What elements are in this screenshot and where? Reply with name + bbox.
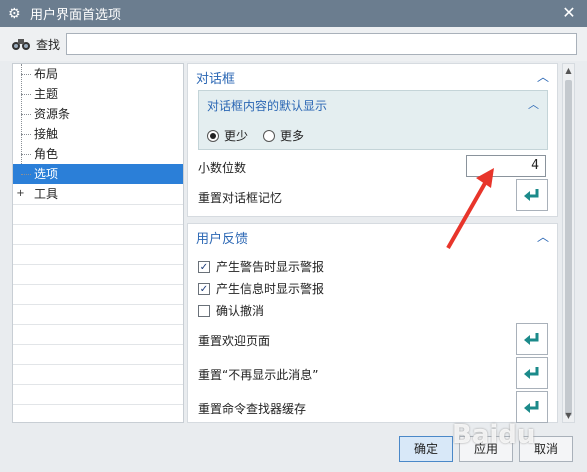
tree-item-theme[interactable]: 主题 xyxy=(13,84,183,104)
reset-dont-show-button[interactable] xyxy=(516,357,548,389)
tree-item-options[interactable]: 选项 xyxy=(13,164,183,184)
binoculars-icon xyxy=(12,39,30,50)
expand-icon[interactable]: + xyxy=(16,189,25,199)
scroll-up-icon[interactable]: ▲ xyxy=(563,64,574,77)
vertical-scrollbar[interactable]: ▲ ▼ xyxy=(562,63,575,423)
radio-less[interactable]: 更少 xyxy=(207,127,248,144)
tree-item-tools[interactable]: + 工具 xyxy=(13,184,183,204)
settings-pane: 对话框 ︿ 对话框内容的默认显示 ︿ 更少 更多 小数位数 4 重置对话框记忆 … xyxy=(187,63,560,423)
dialog-section-title: 对话框 xyxy=(196,72,236,87)
feedback-panel: 用户反馈 ︿ ✓ 产生警告时显示警报 ✓ 产生信息时显示警报 确认撤消 重置欢迎… xyxy=(187,223,558,423)
reset-dialog-memory-button[interactable] xyxy=(516,179,548,211)
checkbox-info-alert[interactable]: ✓ 产生信息时显示警报 xyxy=(198,280,324,297)
reset-welcome-label: 重置欢迎页面 xyxy=(198,334,271,348)
radio-more[interactable]: 更多 xyxy=(263,127,304,144)
checkbox-checked-icon: ✓ xyxy=(198,260,210,273)
radio-unselected-icon xyxy=(263,129,275,142)
search-label: 查找 xyxy=(36,38,61,52)
gear-icon: ⚙ xyxy=(8,5,21,22)
dialog-content-subgroup: 对话框内容的默认显示 ︿ 更少 更多 xyxy=(198,90,548,150)
return-arrow-icon xyxy=(524,189,539,201)
ok-button[interactable]: 确定 xyxy=(399,436,453,462)
reset-finder-cache-button[interactable] xyxy=(516,391,548,423)
window-title: 用户界面首选项 xyxy=(30,8,122,23)
decimal-places-label: 小数位数 xyxy=(198,161,247,175)
tree-item-touch[interactable]: 接触 xyxy=(13,124,183,144)
checkbox-warning-alert[interactable]: ✓ 产生警告时显示警报 xyxy=(198,258,324,275)
subgroup-collapse-icon[interactable]: ︿ xyxy=(528,96,539,112)
subgroup-title: 对话框内容的默认显示 xyxy=(207,99,328,113)
return-arrow-icon xyxy=(524,333,539,345)
search-input[interactable] xyxy=(66,33,577,55)
collapse-caret-icon[interactable]: ︿ xyxy=(537,228,549,245)
checkbox-unchecked-icon xyxy=(198,304,210,317)
radio-selected-icon xyxy=(207,129,219,142)
feedback-section-title: 用户反馈 xyxy=(196,232,249,247)
reset-finder-cache-label: 重置命令查找器缓存 xyxy=(198,402,307,416)
reset-dont-show-label: 重置“不再显示此消息” xyxy=(198,368,319,382)
tree-item-layout[interactable]: 布局 xyxy=(13,64,183,84)
checkbox-confirm-undo[interactable]: 确认撤消 xyxy=(198,302,264,319)
watermark-logo: Baidu xyxy=(452,420,536,450)
reset-welcome-button[interactable] xyxy=(516,323,548,355)
scrollbar-thumb[interactable] xyxy=(565,80,572,416)
tree-item-role[interactable]: 角色 xyxy=(13,144,183,164)
collapse-caret-icon[interactable]: ︿ xyxy=(537,68,549,85)
close-icon[interactable]: ✕ xyxy=(559,3,579,23)
category-tree: 布局 主题 资源条 接触 角色 选项 + 工具 xyxy=(12,63,184,423)
decimal-places-input[interactable]: 4 xyxy=(466,155,546,177)
search-row: 查找 xyxy=(0,27,587,61)
return-arrow-icon xyxy=(524,367,539,379)
checkbox-checked-icon: ✓ xyxy=(198,282,210,295)
title-bar: ⚙ 用户界面首选项 ✕ xyxy=(0,0,587,27)
dialog-panel: 对话框 ︿ 对话框内容的默认显示 ︿ 更少 更多 小数位数 4 重置对话框记忆 xyxy=(187,63,558,217)
reset-dialog-memory-label: 重置对话框记忆 xyxy=(198,191,283,205)
tree-item-resource-bar[interactable]: 资源条 xyxy=(13,104,183,124)
scroll-down-icon[interactable]: ▼ xyxy=(563,409,574,422)
return-arrow-icon xyxy=(524,401,539,413)
